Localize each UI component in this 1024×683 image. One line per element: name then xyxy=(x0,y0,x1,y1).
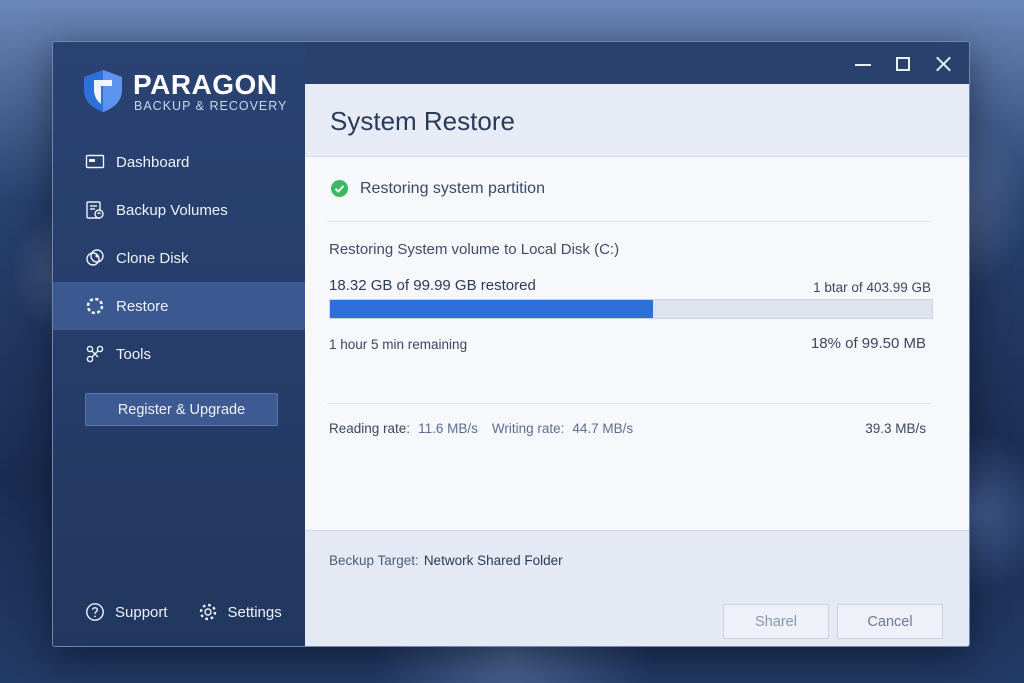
progress-bar xyxy=(329,299,933,319)
sidebar-item-tools[interactable]: Tools xyxy=(53,330,305,378)
status-row: Restoring system partition xyxy=(330,179,545,198)
sidebar-item-label: Backup Volumes xyxy=(116,201,228,219)
settings-label: Settings xyxy=(227,603,282,621)
support-link[interactable]: Support xyxy=(85,602,168,622)
close-button[interactable] xyxy=(933,54,953,74)
status-text: Restoring system partition xyxy=(360,179,545,197)
maximize-icon xyxy=(896,57,910,71)
restore-progress-panel: Restoring system partition Restoring Sys… xyxy=(305,157,969,530)
progress-fill xyxy=(330,300,653,318)
footer-panel: Beckup Target: Network Shared Folder Sha… xyxy=(305,530,969,646)
sidebar-item-label: Restore xyxy=(116,297,169,315)
sidebar: PARAGON BACKUP & RECOVERY Dashboard Back… xyxy=(53,42,305,646)
percent-complete: 18% of 99.50 MB xyxy=(810,335,926,352)
sidebar-nav: Dashboard Backup Volumes Clone Disk Rest… xyxy=(53,138,305,378)
share-button[interactable]: Sharel xyxy=(723,604,829,639)
backup-target: Beckup Target: Network Shared Folder xyxy=(329,553,563,568)
total-amount: 1 btar of 403.99 GB xyxy=(813,280,931,295)
main-panel: System Restore Restoring system partitio… xyxy=(305,84,969,646)
backup-volumes-icon xyxy=(86,201,104,219)
minimize-button[interactable] xyxy=(853,54,873,74)
shield-logo-icon xyxy=(84,70,122,112)
rates-row: Reading rate: 11.6 MB/s Writing rate: 44… xyxy=(329,421,647,436)
writing-rate-label: Writing rate: xyxy=(491,421,565,436)
page-header: System Restore xyxy=(305,84,969,157)
maximize-button[interactable] xyxy=(893,54,913,74)
sidebar-item-dashboard[interactable]: Dashboard xyxy=(53,138,305,186)
total-rate: 39.3 MB/s xyxy=(865,421,926,436)
backup-target-label: Beckup Target: xyxy=(329,553,419,568)
help-icon xyxy=(86,603,104,621)
sidebar-item-backup-volumes[interactable]: Backup Volumes xyxy=(53,186,305,234)
minimize-icon xyxy=(855,64,871,66)
backup-target-value: Network Shared Folder xyxy=(423,553,563,568)
sidebar-item-clone-disk[interactable]: Clone Disk xyxy=(53,234,305,282)
sidebar-item-label: Dashboard xyxy=(116,153,190,171)
app-window: PARAGON BACKUP & RECOVERY Dashboard Back… xyxy=(52,41,970,647)
sidebar-footer: Support Settings xyxy=(85,602,282,622)
sidebar-item-restore[interactable]: Restore xyxy=(53,282,305,330)
title-bar xyxy=(305,42,969,84)
sidebar-item-label: Clone Disk xyxy=(116,249,189,267)
restored-amount: 18.32 GB of 99.99 GB restored xyxy=(329,277,536,294)
restore-icon xyxy=(86,297,104,315)
tools-icon xyxy=(86,345,104,363)
divider xyxy=(327,403,931,404)
support-label: Support xyxy=(115,603,168,621)
logo-name: PARAGON xyxy=(133,69,278,100)
dashboard-icon xyxy=(85,154,105,169)
operation-description: Restoring System volume to Local Disk (C… xyxy=(329,241,620,258)
check-circle-icon xyxy=(330,179,349,198)
logo-subtitle: BACKUP & RECOVERY xyxy=(134,99,288,113)
divider xyxy=(327,221,931,222)
register-upgrade-button[interactable]: Register & Upgrade xyxy=(85,393,278,426)
reading-rate-label: Reading rate: xyxy=(329,421,411,436)
reading-rate-value: 11.6 MB/s xyxy=(418,421,478,436)
cancel-button[interactable]: Cancel xyxy=(837,604,943,639)
sidebar-item-label: Tools xyxy=(116,345,152,363)
gear-icon xyxy=(199,603,216,621)
settings-link[interactable]: Settings xyxy=(198,602,282,622)
writing-rate-value: 44.7 MB/s xyxy=(572,421,634,436)
clone-disk-icon xyxy=(86,249,104,266)
page-title: System Restore xyxy=(330,106,515,136)
time-remaining: 1 hour 5 min remaining xyxy=(329,337,468,352)
